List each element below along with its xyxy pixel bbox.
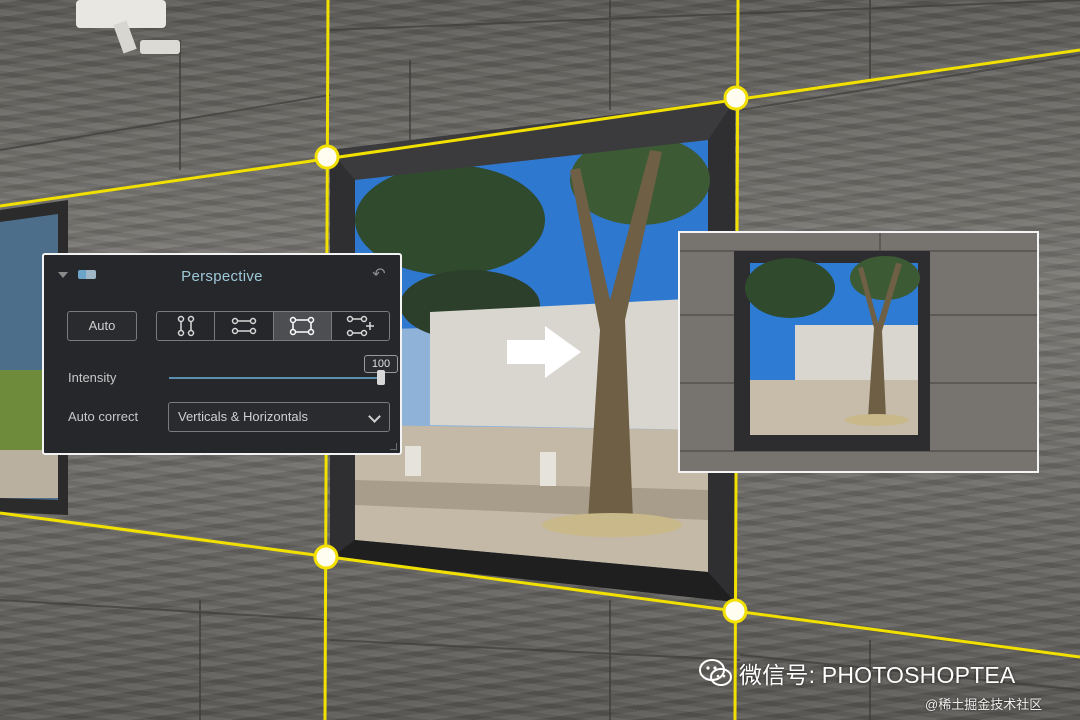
rectangle-guides-button[interactable]	[273, 312, 332, 340]
intensity-slider-handle[interactable]	[377, 370, 385, 385]
vertical-guides-button[interactable]	[157, 312, 216, 340]
intensity-label: Intensity	[68, 370, 117, 385]
horizontal-guides-icon	[231, 317, 257, 335]
guide-handle-bottom-left[interactable]	[313, 544, 339, 570]
guide-handle-bottom-right[interactable]	[722, 598, 748, 624]
auto-correct-select[interactable]: Verticals & Horizontals	[168, 402, 390, 432]
site-watermark: @稀土掘金技术社区	[925, 697, 1043, 712]
auto-correct-label: Auto correct	[68, 409, 139, 424]
intensity-slider-track[interactable]	[169, 377, 383, 379]
corrected-preview-image	[680, 233, 1037, 471]
arrow-right-icon	[507, 326, 581, 378]
perspective-panel: Perspective ↶ Auto Intensity 100 Auto co…	[42, 253, 402, 455]
security-camera	[76, 0, 180, 54]
guide-handle-top-left[interactable]	[314, 144, 340, 170]
reset-icon[interactable]: ↶	[370, 266, 388, 284]
watermark-text: 微信号: PHOTOSHOPTEA	[739, 662, 1016, 688]
guide-mode-group	[156, 311, 390, 341]
vertical-guides-icon	[177, 315, 194, 337]
wechat-icon	[699, 659, 732, 686]
custom-guides-icon	[347, 315, 375, 337]
guide-handle-top-right[interactable]	[723, 85, 749, 111]
panel-title: Perspective	[181, 268, 263, 285]
watermark: 微信号: PHOTOSHOPTEA	[699, 656, 1015, 690]
horizontal-guides-button[interactable]	[215, 312, 274, 340]
corrected-preview	[678, 231, 1039, 473]
rectangle-guides-icon	[289, 316, 315, 336]
auto-button[interactable]: Auto	[67, 311, 137, 341]
auto-correct-selected: Verticals & Horizontals	[178, 409, 309, 424]
resize-grip-icon[interactable]	[390, 443, 397, 450]
custom-guides-button[interactable]	[332, 312, 389, 340]
chevron-down-icon	[368, 410, 381, 423]
